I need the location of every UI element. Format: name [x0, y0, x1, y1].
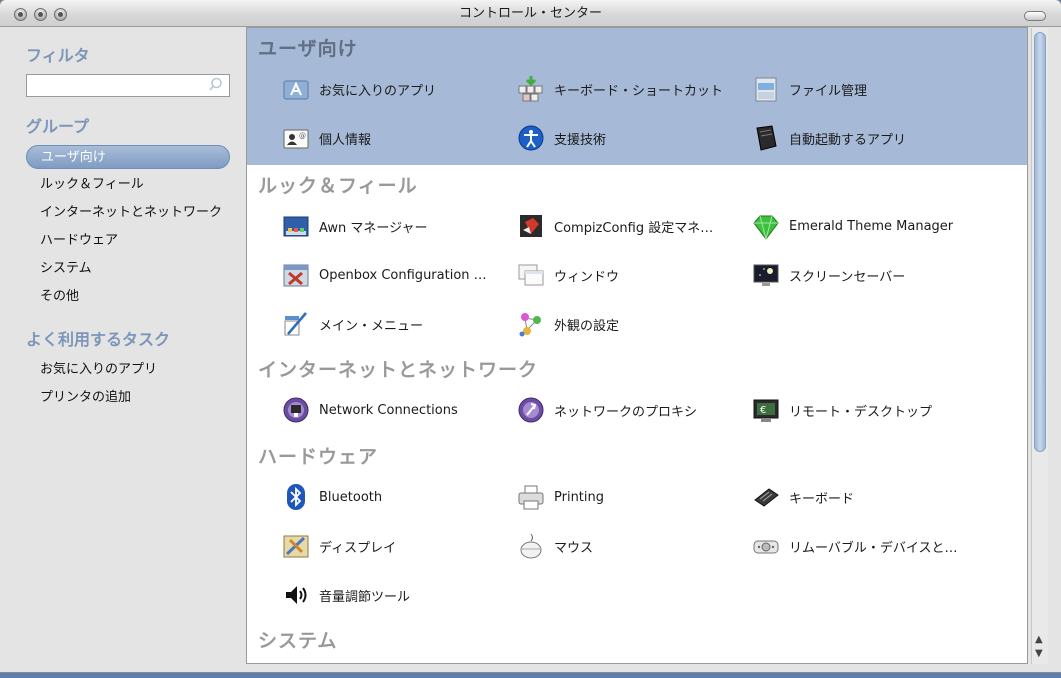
sidebar-group-other[interactable]: その他 [40, 285, 79, 309]
task-favorite-apps[interactable]: お気に入りのアプリ [40, 358, 157, 382]
item-favorite-apps[interactable]: お気に入りのアプリ [282, 73, 436, 105]
item-printing[interactable]: Printing [517, 481, 604, 513]
speaker-icon [282, 581, 310, 609]
item-startup-apps[interactable]: 自動起動するアプリ [752, 122, 906, 154]
item-removable-devices[interactable]: リムーバブル・デバイスと… [752, 530, 957, 562]
common-tasks-heading: よく利用するタスク [26, 330, 171, 349]
item-remote-desktop[interactable]: € リモート・デスクトップ [752, 394, 932, 426]
category-heading-internet-network: インターネットとネットワーク [258, 359, 539, 381]
window-title: コントロール・センター [458, 6, 602, 21]
item-network-connections[interactable]: Network Connections [282, 394, 458, 426]
accessibility-icon [517, 124, 545, 152]
sidebar-group-personal[interactable]: ユーザ向け [26, 145, 230, 169]
filter-search-input[interactable] [26, 74, 230, 97]
scroll-up-arrow-icon[interactable]: ▲ [1035, 634, 1043, 645]
menu-editor-icon [282, 310, 310, 338]
title-bar: コントロール・センター [0, 0, 1061, 27]
network-proxy-icon [517, 396, 545, 424]
group-heading: グループ [26, 117, 90, 136]
item-network-proxy[interactable]: ネットワークのプロキシ [517, 394, 697, 426]
category-heading-system: システム [258, 630, 338, 652]
file-cabinet-icon [752, 75, 780, 103]
sidebar: フィルタ グループ ユーザ向け ルック＆フィール インターネットとネットワーク … [0, 27, 246, 672]
sidebar-group-internet-network[interactable]: インターネットとネットワーク [40, 201, 222, 225]
appearance-molecule-icon [517, 310, 545, 338]
svg-text:@: @ [299, 132, 306, 140]
printer-icon [517, 483, 545, 511]
sidebar-group-look-and-feel[interactable]: ルック＆フィール [40, 173, 144, 197]
app-store-icon [282, 75, 310, 103]
sidebar-group-hardware[interactable]: ハードウェア [40, 229, 118, 253]
mouse-icon [517, 532, 545, 560]
control-panel-content: ユーザ向け お気に入りのアプリ キーボード・ショートカット ファイル管理 @ 個… [246, 27, 1028, 664]
item-emerald-theme-manager[interactable]: Emerald Theme Manager [752, 210, 953, 242]
item-file-management[interactable]: ファイル管理 [752, 73, 867, 105]
category-heading-personal: ユーザ向け [258, 38, 358, 60]
scrollbar-thumb[interactable] [1034, 32, 1046, 452]
category-heading-hardware: ハードウェア [258, 446, 379, 468]
item-assistive-tech[interactable]: 支援技術 [517, 122, 606, 154]
keyboard-icon [752, 483, 780, 511]
item-main-menu[interactable]: メイン・メニュー [282, 308, 423, 340]
network-connections-icon [282, 396, 310, 424]
screensaver-monitor-icon [752, 261, 780, 289]
control-center-window: コントロール・センター フィルタ グループ ユーザ向け ルック＆フィール インタ… [0, 0, 1061, 672]
item-windows[interactable]: ウィンドウ [517, 259, 619, 291]
item-volume-control[interactable]: 音量調節ツール [282, 579, 410, 611]
item-bluetooth[interactable]: Bluetooth [282, 481, 382, 513]
svg-text:€: € [760, 405, 766, 416]
item-appearance[interactable]: 外観の設定 [517, 308, 619, 340]
emerald-gem-icon [752, 212, 780, 240]
search-icon [209, 77, 222, 91]
removable-drive-icon [752, 532, 780, 560]
toolbar-toggle-button[interactable] [1024, 11, 1046, 21]
sidebar-group-system[interactable]: システム [40, 257, 92, 281]
vertical-scrollbar[interactable]: ▲ ▼ [1031, 28, 1048, 664]
item-screensaver[interactable]: スクリーンセーバー [752, 259, 905, 291]
keyboard-shortcut-icon [517, 75, 545, 103]
tools-icon [282, 261, 310, 289]
item-openbox-configuration[interactable]: Openbox Configuration … [282, 259, 487, 291]
item-keyboard-shortcuts[interactable]: キーボード・ショートカット [517, 73, 723, 105]
compiz-cube-icon [517, 212, 545, 240]
book-icon [752, 124, 780, 152]
personal-card-icon: @ [282, 124, 310, 152]
item-personal-info[interactable]: @ 個人情報 [282, 122, 371, 154]
awn-dock-icon [282, 212, 310, 240]
item-awn-manager[interactable]: Awn マネージャー [282, 210, 427, 242]
filter-heading: フィルタ [26, 46, 90, 65]
display-icon [282, 532, 310, 560]
category-heading-look-and-feel: ルック＆フィール [258, 175, 418, 197]
item-display[interactable]: ディスプレイ [282, 530, 396, 562]
task-add-printer[interactable]: プリンタの追加 [40, 386, 131, 410]
windows-icon [517, 261, 545, 289]
item-compizconfig[interactable]: CompizConfig 設定マネ… [517, 210, 713, 242]
remote-desktop-icon: € [752, 396, 780, 424]
item-keyboard[interactable]: キーボード [752, 481, 854, 513]
item-mouse[interactable]: マウス [517, 530, 593, 562]
bluetooth-icon [282, 483, 310, 511]
scroll-down-arrow-icon[interactable]: ▼ [1035, 648, 1043, 659]
